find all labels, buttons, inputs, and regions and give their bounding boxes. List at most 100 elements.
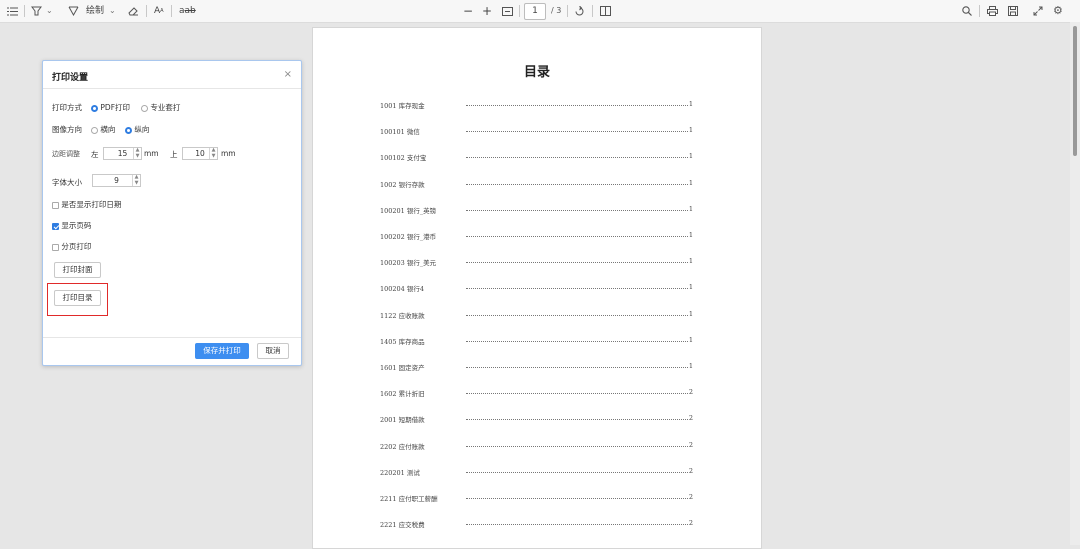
divider [171,5,172,17]
toc-row: 1602 累计折旧 2 [380,388,693,398]
contents-icon[interactable] [7,4,18,18]
checkbox-show-print-date[interactable]: 是否显示打印日期 [52,199,121,210]
read-aloud-icon[interactable]: a ab [179,4,196,18]
rotate-icon[interactable] [574,4,585,18]
toc-dot-leader [466,393,688,395]
toc-dot-leader [466,105,688,106]
margin-top-value: 10 [195,149,205,158]
toc-dot-leader [466,131,688,133]
spinner-arrows-icon[interactable]: ▲ ▼ [209,147,217,159]
toc-entry-name: 1002 银行存款 [380,180,425,189]
close-icon[interactable]: × [284,69,292,80]
spinner-arrows-icon[interactable]: ▲ ▼ [133,147,141,159]
toc-entry-name: 220201 测试 [380,468,420,477]
chevron-down-icon[interactable]: ⌄ [46,4,53,18]
chevron-down-icon[interactable]: ⌄ [109,4,116,18]
zoom-out-icon[interactable]: − [463,4,473,18]
dialog-title: 打印设置 [52,73,89,83]
checkbox-show-page-number[interactable]: 显示页码 [52,220,91,231]
toc-entry-name: 2001 短期借款 [380,416,425,425]
radio-professional-print[interactable]: 专业套打 [141,102,180,113]
checkbox-icon[interactable] [52,201,59,209]
print-mode-label: 打印方式 [52,103,82,112]
toc-entry-page: 1 [688,283,693,292]
toc-entry-page: 1 [688,126,693,135]
text-size-icon[interactable]: AA [154,4,164,18]
toc-entry-page: 2 [688,519,693,528]
font-size-value: 9 [114,176,119,185]
margin-left-value: 15 [117,149,128,158]
scrollbar[interactable] [1070,22,1080,545]
divider [43,88,301,89]
margin-left-input[interactable]: 15 ▲ ▼ [103,147,142,160]
highlight-tool-icon[interactable] [31,4,42,18]
toc-entry-page: 1 [688,100,693,108]
toc-entry-name: 1601 固定资产 [380,364,425,372]
toc-dot-leader [466,314,688,316]
toc-entry-page: 1 [688,257,693,266]
viewer-toolbar: ⌄ 绘制 ⌄ AA a ab − + 1 / 3 ⚙ [0,0,1080,23]
cancel-button[interactable]: 取消 [257,343,289,359]
toc-dot-leader [466,524,688,526]
checkbox-label: 是否显示打印日期 [61,200,122,209]
font-size-input[interactable]: 9 ▲ ▼ [92,174,141,187]
toc-entry-page: 1 [688,309,693,318]
toc-entry-name: 100203 银行_美元 [380,259,437,268]
radio-icon[interactable] [91,126,98,134]
radio-landscape[interactable]: 横向 [91,124,115,135]
radio-selected-icon[interactable] [91,104,98,112]
fullscreen-icon[interactable] [1033,4,1043,18]
gear-icon[interactable]: ⚙ [1053,4,1063,18]
toc-entry-name: 100202 银行_港币 [380,233,437,241]
radio-icon[interactable] [141,104,148,112]
divider [519,5,520,17]
fit-page-icon[interactable] [502,4,513,18]
spinner-arrows-icon[interactable]: ▲ ▼ [132,174,140,186]
unit-label: mm [221,149,236,158]
print-icon[interactable] [987,4,998,18]
radio-label: PDF打印 [100,103,131,112]
toc-entry-page: 2 [688,466,693,475]
toc-entry-page: 2 [688,493,693,501]
checkbox-checked-icon[interactable] [52,222,59,230]
toc-entry-page: 1 [688,335,693,344]
toc-dot-leader [466,262,688,264]
toc-row: 220201 测试 2 [380,467,693,477]
eraser-icon[interactable] [128,4,139,18]
page-number-input[interactable]: 1 [524,3,546,20]
print-cover-button[interactable]: 打印封面 [54,262,101,278]
toc-entry-name: 1602 累计折旧 [380,390,425,399]
divider [979,5,980,17]
radio-selected-icon[interactable] [125,126,132,134]
checkbox-label: 显示页码 [61,221,92,230]
toc-dot-leader [466,157,688,159]
toc-dot-leader [466,445,688,447]
toc-row: 1405 库存商品 1 [380,336,693,346]
toc-dot-leader [466,498,688,499]
search-icon[interactable] [962,4,972,18]
radio-portrait[interactable]: 纵向 [125,124,149,135]
draw-tool-icon[interactable] [68,4,79,18]
toc-row: 100102 支付宝 1 [380,152,693,162]
document-page: 目录 1001 库存现金 1 100101 微信 1 100102 支付宝 1 1002 银… [312,27,762,549]
unit-label: mm [144,149,159,158]
zoom-in-icon[interactable]: + [482,4,492,18]
radio-pdf-print[interactable]: PDF打印 [91,102,130,113]
highlight-box [47,283,108,316]
toc-entry-page: 1 [688,178,693,187]
page-view-icon[interactable] [600,4,611,18]
toc-dot-leader [466,209,688,211]
print-settings-dialog: 打印设置 × 打印方式 PDF打印 专业套打 图像方向 横向 纵向 边距调整 左… [42,60,302,366]
draw-label[interactable]: 绘制 [86,4,104,18]
scrollbar-thumb[interactable] [1073,26,1077,156]
checkbox-icon[interactable] [52,243,59,251]
toc-row: 1002 银行存款 1 [380,179,693,189]
toc-row: 100101 微信 1 [380,126,693,136]
checkbox-page-break-print[interactable]: 分页打印 [52,241,91,252]
save-icon[interactable] [1008,4,1018,18]
toc-dot-leader [466,236,688,237]
save-and-print-button[interactable]: 保存并打印 [195,343,249,359]
margin-top-input[interactable]: 10 ▲ ▼ [182,147,218,160]
toc-dot-leader [466,340,688,342]
toc-entry-name: 100102 支付宝 [380,154,427,163]
